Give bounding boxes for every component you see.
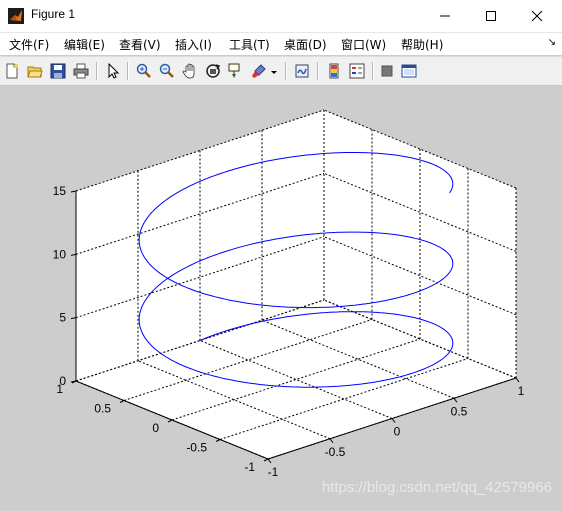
y-tick-label: -1 — [244, 460, 255, 474]
x-tick-label: -1 — [268, 465, 279, 479]
z-tick-label: 5 — [59, 311, 66, 325]
pointer-button[interactable] — [102, 60, 124, 82]
brush-dropdown-button[interactable] — [268, 60, 280, 82]
colorbar-icon — [329, 63, 339, 79]
x-tick-mark — [329, 438, 334, 444]
maximize-button[interactable] — [468, 0, 514, 32]
show-plot-tools-icon — [401, 64, 417, 78]
menu-tools[interactable]: 工具(T) — [229, 36, 270, 53]
z-tick-label: 0 — [59, 374, 66, 388]
z-tick-mark — [70, 253, 77, 256]
open-file-icon — [27, 66, 43, 78]
toolbar-separator — [285, 62, 287, 80]
window-title: Figure 1 — [31, 7, 76, 21]
pan-hand-icon — [182, 63, 195, 79]
toolbar-separator — [317, 62, 319, 80]
save-icon — [50, 63, 66, 79]
link-plot-button[interactable] — [291, 60, 313, 82]
zoom-out-button[interactable] — [156, 60, 178, 82]
menu-bar: 文件(F) 编辑(E) 查看(V) 插入(I) 工具(T) 桌面(D) 窗口(W… — [0, 33, 562, 55]
legend-icon — [349, 63, 365, 79]
menu-view[interactable]: 查看(V) — [119, 36, 161, 53]
print-button[interactable] — [70, 60, 92, 82]
minimize-icon — [440, 15, 450, 17]
hide-plot-tools-icon — [381, 65, 393, 77]
x-tick-mark — [515, 377, 520, 383]
brush-dropdown-icon — [271, 71, 277, 74]
pan-button[interactable] — [179, 60, 201, 82]
title-bar: Figure 1 — [0, 0, 562, 33]
link-plot-icon — [295, 64, 309, 78]
legend-button[interactable] — [346, 60, 368, 82]
close-button[interactable] — [514, 0, 560, 32]
open-file-button[interactable] — [24, 60, 46, 82]
show-plot-tools-button[interactable] — [398, 60, 420, 82]
plot3d[interactable]: -1-0.500.5110.50-0.5-1051015 — [0, 86, 562, 507]
brush-button[interactable] — [248, 60, 270, 82]
x-tick-label: 1 — [518, 384, 525, 398]
z-tick-label: 10 — [53, 247, 67, 261]
pointer-icon — [108, 63, 120, 79]
zoom-in-button[interactable] — [133, 60, 155, 82]
new-figure-button[interactable] — [1, 60, 23, 82]
rotate-3d-icon — [206, 64, 221, 78]
y-tick-mark — [215, 439, 221, 442]
menu-edit[interactable]: 编辑(E) — [64, 36, 105, 53]
y-tick-label: 0.5 — [94, 402, 111, 416]
z-tick-mark — [70, 317, 77, 320]
x-tick-label: 0 — [394, 425, 401, 439]
y-tick-label: 0 — [152, 421, 159, 435]
rotate-3d-button[interactable] — [202, 60, 224, 82]
figure-canvas[interactable]: -1 -0.5 0 0.5 1 1 0.5 0 -0.5 -1 0 5 10 15 — [0, 86, 562, 507]
watermark: https://blog.csdn.net/qq_42579966 — [321, 479, 552, 496]
toolbar-separator — [127, 62, 129, 80]
data-cursor-button[interactable] — [225, 60, 247, 82]
z-tick-label: 15 — [53, 184, 67, 198]
print-icon — [73, 63, 89, 79]
menu-window[interactable]: 窗口(W) — [341, 36, 386, 53]
minimize-button[interactable] — [422, 0, 468, 32]
menu-help[interactable]: 帮助(H) — [401, 36, 443, 53]
zoom-in-icon — [136, 63, 151, 78]
data-cursor-icon — [228, 63, 240, 78]
toolbar-separator — [96, 62, 98, 80]
x-tick-mark — [267, 458, 272, 464]
menu-insert[interactable]: 插入(I) — [175, 36, 212, 53]
menu-desktop[interactable]: 桌面(D) — [284, 36, 327, 53]
colorbar-button[interactable] — [323, 60, 345, 82]
x-tick-label: 0.5 — [451, 404, 468, 418]
matlab-logo-icon — [8, 8, 24, 24]
menu-file[interactable]: 文件(F) — [9, 36, 49, 53]
x-tick-label: -0.5 — [325, 445, 346, 459]
z-tick-mark — [70, 190, 77, 193]
menu-overflow-icon[interactable]: ↘ — [548, 37, 556, 48]
toolbar-separator — [372, 62, 374, 80]
y-tick-mark — [119, 400, 125, 403]
y-tick-mark — [167, 419, 173, 423]
x-tick-mark — [453, 397, 458, 403]
brush-icon — [252, 64, 266, 78]
y-tick-label: -0.5 — [186, 441, 207, 455]
toolbar — [0, 56, 562, 86]
x-tick-mark — [391, 418, 396, 423]
hide-plot-tools-button[interactable] — [376, 60, 398, 82]
new-figure-icon — [6, 63, 18, 79]
save-button[interactable] — [47, 60, 69, 82]
maximize-icon — [486, 11, 496, 21]
zoom-out-icon — [159, 63, 174, 78]
close-icon — [531, 10, 543, 22]
y-tick-mark — [263, 458, 269, 462]
